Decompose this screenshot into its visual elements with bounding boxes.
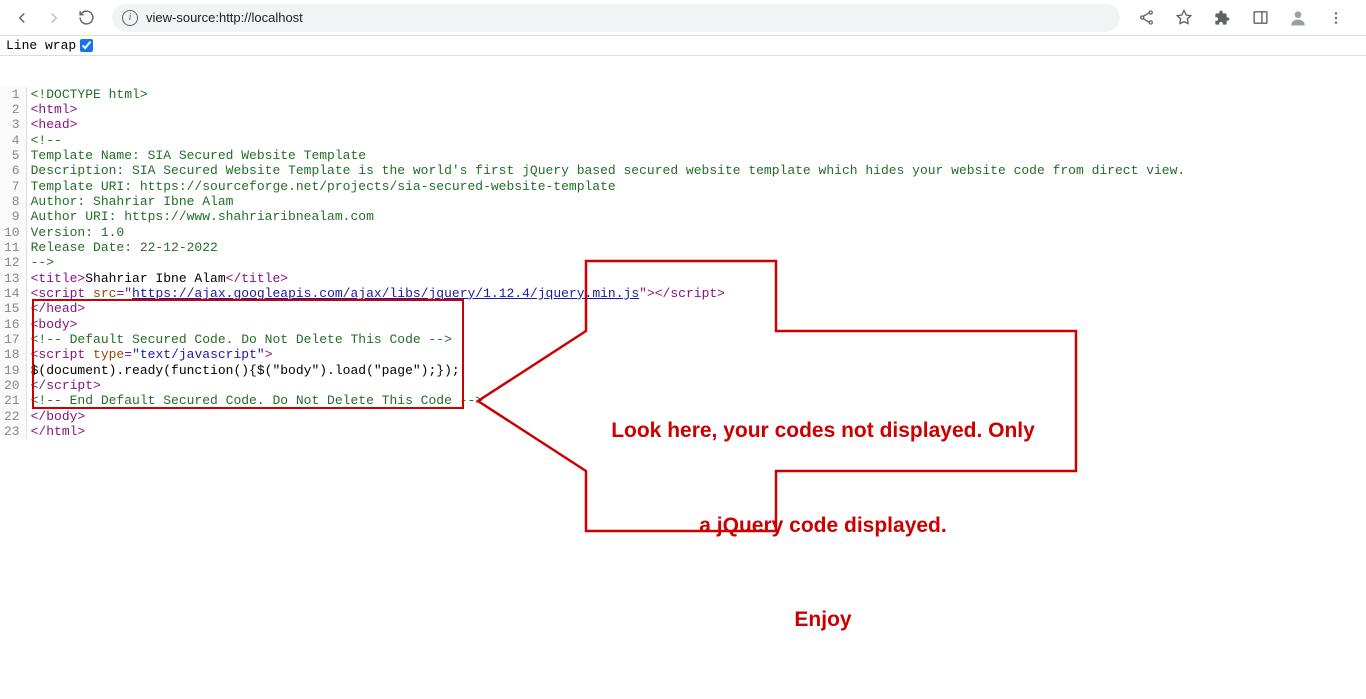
source-view: 1<!DOCTYPE html>2<html>3<head>4<!--5Temp…	[0, 56, 1366, 592]
source-line: 15</head>	[0, 301, 1189, 316]
line-code[interactable]: Template URI: https://sourceforge.net/pr…	[26, 179, 1189, 194]
source-line: 7Template URI: https://sourceforge.net/p…	[0, 179, 1189, 194]
source-line: 11Release Date: 22-12-2022	[0, 240, 1189, 255]
line-code[interactable]: <!DOCTYPE html>	[26, 87, 1189, 102]
line-code[interactable]: <script type="text/javascript">	[26, 347, 1189, 362]
annotation-line-2: a jQuery code displayed.	[578, 510, 1068, 542]
source-line: 20</script>	[0, 378, 1189, 393]
linewrap-label: Line wrap	[6, 38, 76, 53]
source-line: 23</html>	[0, 424, 1189, 439]
line-code[interactable]: <html>	[26, 102, 1189, 117]
source-line: 1<!DOCTYPE html>	[0, 87, 1189, 102]
address-bar[interactable]: i view-source:http://localhost	[112, 4, 1120, 32]
bookmark-icon[interactable]	[1170, 4, 1198, 32]
line-number: 12	[0, 255, 26, 270]
line-code[interactable]: </body>	[26, 409, 1189, 424]
line-number: 5	[0, 148, 26, 163]
source-line: 6Description: SIA Secured Website Templa…	[0, 163, 1189, 178]
source-table: 1<!DOCTYPE html>2<html>3<head>4<!--5Temp…	[0, 87, 1189, 440]
browser-toolbar: i view-source:http://localhost	[0, 0, 1366, 36]
line-code[interactable]: -->	[26, 255, 1189, 270]
line-number: 14	[0, 286, 26, 301]
line-code[interactable]: <body>	[26, 317, 1189, 332]
source-line: 10Version: 1.0	[0, 225, 1189, 240]
line-number: 2	[0, 102, 26, 117]
line-code[interactable]: <!-- End Default Secured Code. Do Not De…	[26, 393, 1189, 408]
line-number: 16	[0, 317, 26, 332]
source-line: 8Author: Shahriar Ibne Alam	[0, 194, 1189, 209]
source-line: 21<!-- End Default Secured Code. Do Not …	[0, 393, 1189, 408]
line-number: 20	[0, 378, 26, 393]
line-code[interactable]: </html>	[26, 424, 1189, 439]
line-number: 11	[0, 240, 26, 255]
line-number: 7	[0, 179, 26, 194]
source-line: 2<html>	[0, 102, 1189, 117]
line-code[interactable]: Version: 1.0	[26, 225, 1189, 240]
source-line: 13<title>Shahriar Ibne Alam</title>	[0, 271, 1189, 286]
line-code[interactable]: </head>	[26, 301, 1189, 316]
line-number: 3	[0, 117, 26, 132]
line-number: 10	[0, 225, 26, 240]
line-number: 21	[0, 393, 26, 408]
url-text: view-source:http://localhost	[146, 10, 303, 25]
source-line: 12-->	[0, 255, 1189, 270]
line-number: 22	[0, 409, 26, 424]
line-number: 15	[0, 301, 26, 316]
share-icon[interactable]	[1132, 4, 1160, 32]
line-code[interactable]: </script>	[26, 378, 1189, 393]
line-code[interactable]: <head>	[26, 117, 1189, 132]
menu-icon[interactable]	[1322, 4, 1350, 32]
line-code[interactable]: Author: Shahriar Ibne Alam	[26, 194, 1189, 209]
sidepanel-icon[interactable]	[1246, 4, 1274, 32]
line-code[interactable]: Template Name: SIA Secured Website Templ…	[26, 148, 1189, 163]
toolbar-actions	[1132, 4, 1358, 32]
source-line: 14<script src="https://ajax.googleapis.c…	[0, 286, 1189, 301]
annotation-line-3: Enjoy	[578, 604, 1068, 636]
source-line: 22</body>	[0, 409, 1189, 424]
line-number: 19	[0, 363, 26, 378]
site-info-icon[interactable]: i	[122, 10, 138, 26]
source-link[interactable]: https://ajax.googleapis.com/ajax/libs/jq…	[132, 286, 639, 301]
reload-button[interactable]	[72, 4, 100, 32]
source-line: 5Template Name: SIA Secured Website Temp…	[0, 148, 1189, 163]
source-line: 9Author URI: https://www.shahriaribneala…	[0, 209, 1189, 224]
extensions-icon[interactable]	[1208, 4, 1236, 32]
line-code[interactable]: $(document).ready(function(){$("body").l…	[26, 363, 1189, 378]
source-line: 3<head>	[0, 117, 1189, 132]
line-number: 1	[0, 87, 26, 102]
line-code[interactable]: Author URI: https://www.shahriaribnealam…	[26, 209, 1189, 224]
line-number: 6	[0, 163, 26, 178]
source-line: 4<!--	[0, 133, 1189, 148]
line-number: 23	[0, 424, 26, 439]
line-number: 9	[0, 209, 26, 224]
profile-icon[interactable]	[1284, 4, 1312, 32]
line-code[interactable]: <!-- Default Secured Code. Do Not Delete…	[26, 332, 1189, 347]
line-code[interactable]: Release Date: 22-12-2022	[26, 240, 1189, 255]
source-line: 17<!-- Default Secured Code. Do Not Dele…	[0, 332, 1189, 347]
line-code[interactable]: Description: SIA Secured Website Templat…	[26, 163, 1189, 178]
linewrap-checkbox[interactable]	[80, 39, 93, 52]
forward-button[interactable]	[40, 4, 68, 32]
line-number: 13	[0, 271, 26, 286]
source-line: 16<body>	[0, 317, 1189, 332]
line-number: 4	[0, 133, 26, 148]
line-code[interactable]: <title>Shahriar Ibne Alam</title>	[26, 271, 1189, 286]
line-number: 18	[0, 347, 26, 362]
line-code[interactable]: <!--	[26, 133, 1189, 148]
source-line: 18<script type="text/javascript">	[0, 347, 1189, 362]
source-line: 19$(document).ready(function(){$("body")…	[0, 363, 1189, 378]
line-number: 17	[0, 332, 26, 347]
line-code[interactable]: <script src="https://ajax.googleapis.com…	[26, 286, 1189, 301]
back-button[interactable]	[8, 4, 36, 32]
line-number: 8	[0, 194, 26, 209]
linewrap-bar: Line wrap	[0, 36, 1366, 56]
